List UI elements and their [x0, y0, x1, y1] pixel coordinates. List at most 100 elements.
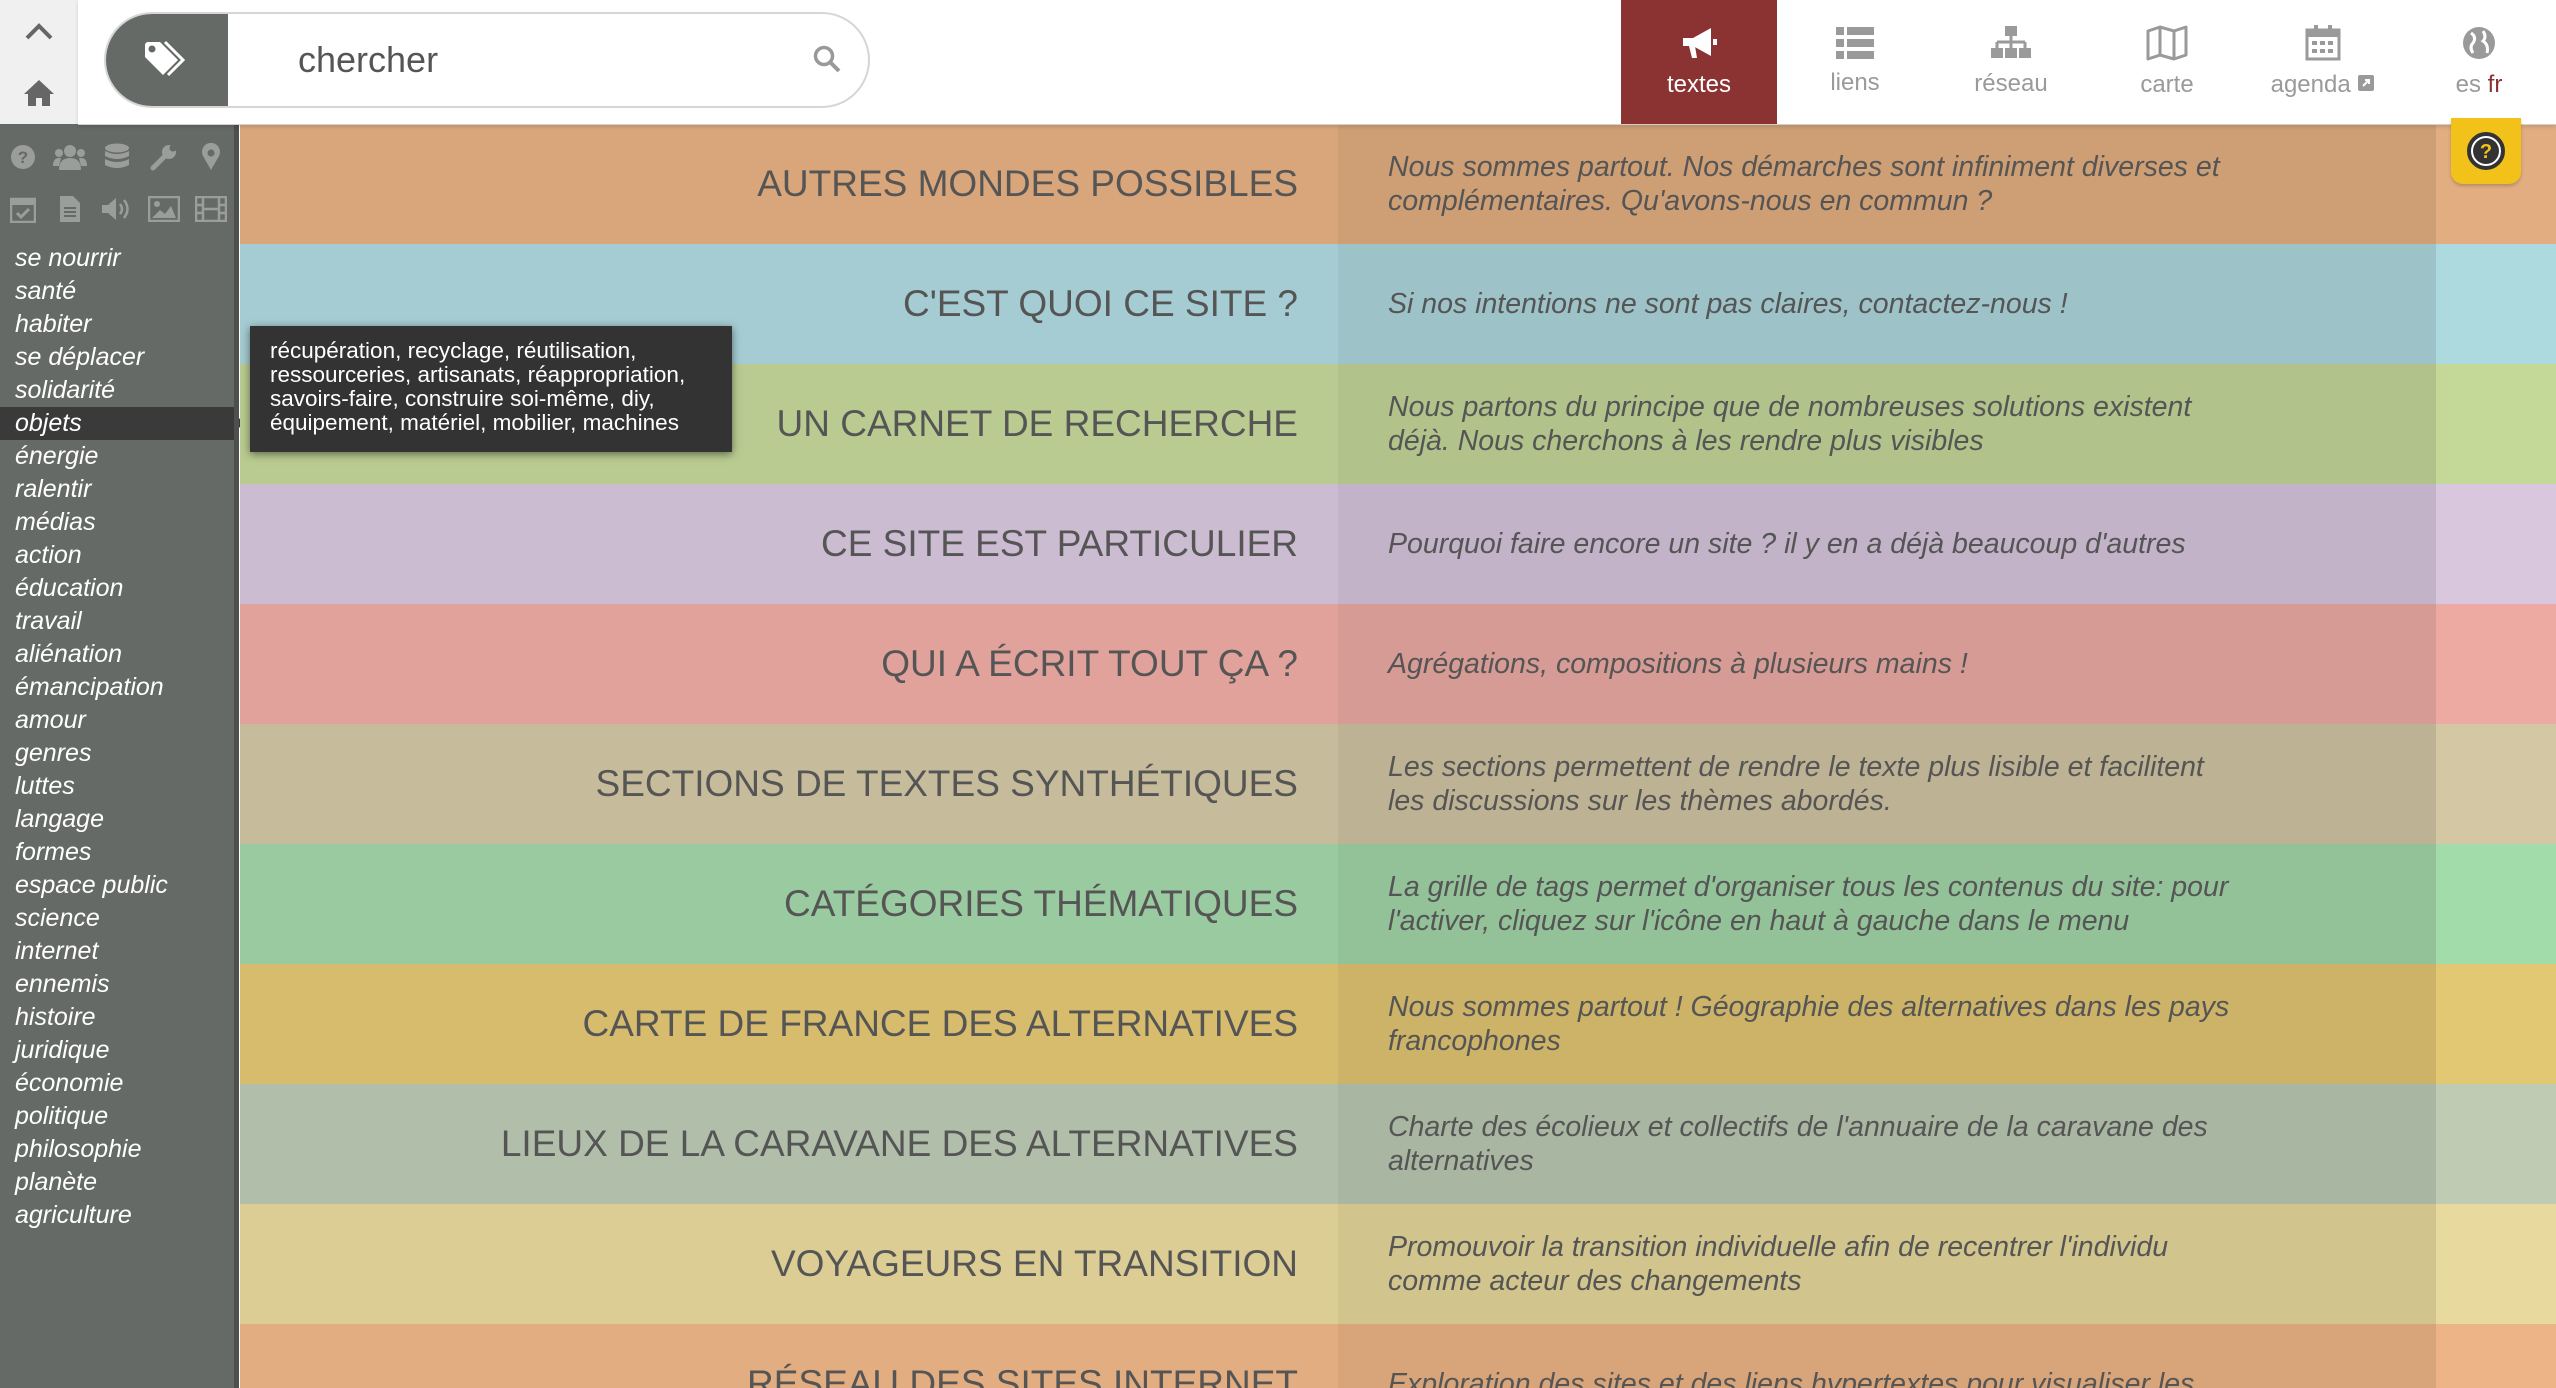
sidebar-tag[interactable]: genres [0, 737, 234, 770]
collapse-button[interactable] [0, 0, 78, 62]
row-edge [2436, 1204, 2556, 1324]
row-edge [2436, 364, 2556, 484]
filter-icons-row-2 [0, 184, 234, 234]
text-title[interactable]: RÉSEAU DES SITES INTERNET [240, 1324, 1338, 1388]
database-icon[interactable] [94, 143, 141, 171]
sidebar-tag[interactable]: solidarité [0, 374, 234, 407]
top-rail [0, 0, 79, 124]
calendar-icon [2305, 25, 2341, 61]
text-description: La grille de tags permet d'organiser tou… [1338, 844, 2436, 964]
sidebar-tag[interactable]: économie [0, 1067, 234, 1100]
nav-language[interactable]: es fr [2401, 0, 2556, 124]
text-title[interactable]: LIEUX DE LA CARAVANE DES ALTERNATIVES [240, 1084, 1338, 1204]
text-title[interactable]: CATÉGORIES THÉMATIQUES [240, 844, 1338, 964]
text-description: Pourquoi faire encore un site ? il y en … [1338, 484, 2436, 604]
sidebar-tag[interactable]: agriculture [0, 1199, 234, 1232]
text-row[interactable]: QUI A ÉCRIT TOUT ÇA ? Agrégations, compos… [240, 604, 2556, 724]
wrench-icon[interactable] [140, 143, 187, 171]
text-row[interactable]: RÉSEAU DES SITES INTERNET Exploration des… [240, 1324, 2556, 1388]
sidebar-tag[interactable]: luttes [0, 770, 234, 803]
search-icon[interactable] [812, 44, 842, 74]
sidebar-tag[interactable]: politique [0, 1100, 234, 1133]
text-title[interactable]: AUTRES MONDES POSSIBLES [240, 124, 1338, 244]
language-fr[interactable]: fr [2488, 71, 2503, 98]
row-edge [2436, 724, 2556, 844]
nav-label: liens [1830, 69, 1880, 96]
sidebar-tag[interactable]: philosophie [0, 1133, 234, 1166]
sidebar-tag[interactable]: histoire [0, 1001, 234, 1034]
text-description: Nous sommes partout ! Géographie des alt… [1338, 964, 2436, 1084]
map-icon [2146, 25, 2188, 61]
text-row[interactable]: CE SITE EST PARTICULIER Pourquoi faire en… [240, 484, 2556, 604]
sidebar-tag[interactable]: habiter [0, 308, 234, 341]
nav-carte[interactable]: carte [2089, 0, 2245, 124]
film-icon[interactable] [187, 196, 234, 222]
nav-agenda[interactable]: agenda [2245, 0, 2401, 124]
external-link-icon [2358, 75, 2375, 91]
sidebar-tag[interactable]: objets [0, 407, 234, 440]
svg-text:?: ? [2480, 141, 2492, 163]
sidebar-tag[interactable]: se déplacer [0, 341, 234, 374]
text-row[interactable]: CATÉGORIES THÉMATIQUES La grille de tags … [240, 844, 2556, 964]
document-icon[interactable] [47, 195, 94, 223]
sidebar-tag[interactable]: éducation [0, 572, 234, 605]
tag-grid-button[interactable] [106, 14, 228, 106]
text-description: Si nos intentions ne sont pas claires, c… [1338, 244, 2436, 364]
sidebar-tag[interactable]: planète [0, 1166, 234, 1199]
sidebar-tag[interactable]: énergie [0, 440, 234, 473]
text-row[interactable]: VOYAGEURS EN TRANSITION Promouvoir la tra… [240, 1204, 2556, 1324]
help-button[interactable]: ? [2451, 118, 2521, 184]
text-description: Agrégations, compositions à plusieurs ma… [1338, 604, 2436, 724]
row-edge [2436, 484, 2556, 604]
sidebar-tag[interactable]: espace public [0, 869, 234, 902]
search-input[interactable] [228, 14, 788, 106]
map-marker-icon[interactable] [187, 143, 234, 171]
text-description: Les sections permettent de rendre le tex… [1338, 724, 2436, 844]
sidebar-tag[interactable]: science [0, 902, 234, 935]
sidebar-tag[interactable]: ennemis [0, 968, 234, 1001]
text-list: AUTRES MONDES POSSIBLES Nous sommes parto… [240, 124, 2556, 1388]
text-title[interactable]: SECTIONS DE TEXTES SYNTHÉTIQUES [240, 724, 1338, 844]
text-row[interactable]: AUTRES MONDES POSSIBLES Nous sommes parto… [240, 124, 2556, 244]
sidebar-tag[interactable]: juridique [0, 1034, 234, 1067]
row-edge [2436, 244, 2556, 364]
language-es[interactable]: es [2456, 71, 2481, 98]
text-description: Nous partons du principe que de nombreus… [1338, 364, 2436, 484]
users-icon[interactable] [47, 144, 94, 170]
sidebar-tag[interactable]: internet [0, 935, 234, 968]
sidebar-tag[interactable]: travail [0, 605, 234, 638]
text-title[interactable]: CE SITE EST PARTICULIER [240, 484, 1338, 604]
tag-list: se nourrir santé habiter se déplacer solidar… [0, 242, 234, 1232]
text-row[interactable]: CARTE DE FRANCE DES ALTERNATIVES Nous som… [240, 964, 2556, 1084]
row-edge [2436, 964, 2556, 1084]
sidebar-tag[interactable]: émancipation [0, 671, 234, 704]
nav-reseau[interactable]: réseau [1933, 0, 2089, 124]
row-edge [2436, 844, 2556, 964]
home-button[interactable] [0, 62, 78, 124]
nav-liens[interactable]: liens [1777, 0, 1933, 124]
home-icon [24, 80, 54, 106]
row-edge [2436, 1084, 2556, 1204]
text-title[interactable]: VOYAGEURS EN TRANSITION [240, 1204, 1338, 1324]
sidebar-tag[interactable]: médias [0, 506, 234, 539]
sidebar-tag[interactable]: langage [0, 803, 234, 836]
text-description: Exploration des sites et des liens hyper… [1338, 1324, 2436, 1388]
sidebar-tag[interactable]: ralentir [0, 473, 234, 506]
text-row[interactable]: SECTIONS DE TEXTES SYNTHÉTIQUES Les secti… [240, 724, 2556, 844]
sidebar-tag[interactable]: santé [0, 275, 234, 308]
top-bar: textes liens réseau carte agenda es fr [78, 0, 2556, 125]
text-title[interactable]: CARTE DE FRANCE DES ALTERNATIVES [240, 964, 1338, 1084]
volume-icon[interactable] [94, 196, 141, 222]
calendar-check-icon[interactable] [0, 195, 47, 223]
sidebar-tag[interactable]: aliénation [0, 638, 234, 671]
nav-textes[interactable]: textes [1621, 0, 1777, 124]
sidebar-tag[interactable]: formes [0, 836, 234, 869]
text-title[interactable]: QUI A ÉCRIT TOUT ÇA ? [240, 604, 1338, 724]
sidebar-tag[interactable]: amour [0, 704, 234, 737]
question-icon[interactable]: ? [0, 144, 47, 170]
nav-label: carte [2140, 71, 2194, 98]
sidebar-tag[interactable]: action [0, 539, 234, 572]
image-icon[interactable] [140, 196, 187, 222]
sidebar-tag[interactable]: se nourrir [0, 242, 234, 275]
text-row[interactable]: LIEUX DE LA CARAVANE DES ALTERNATIVES Cha… [240, 1084, 2556, 1204]
